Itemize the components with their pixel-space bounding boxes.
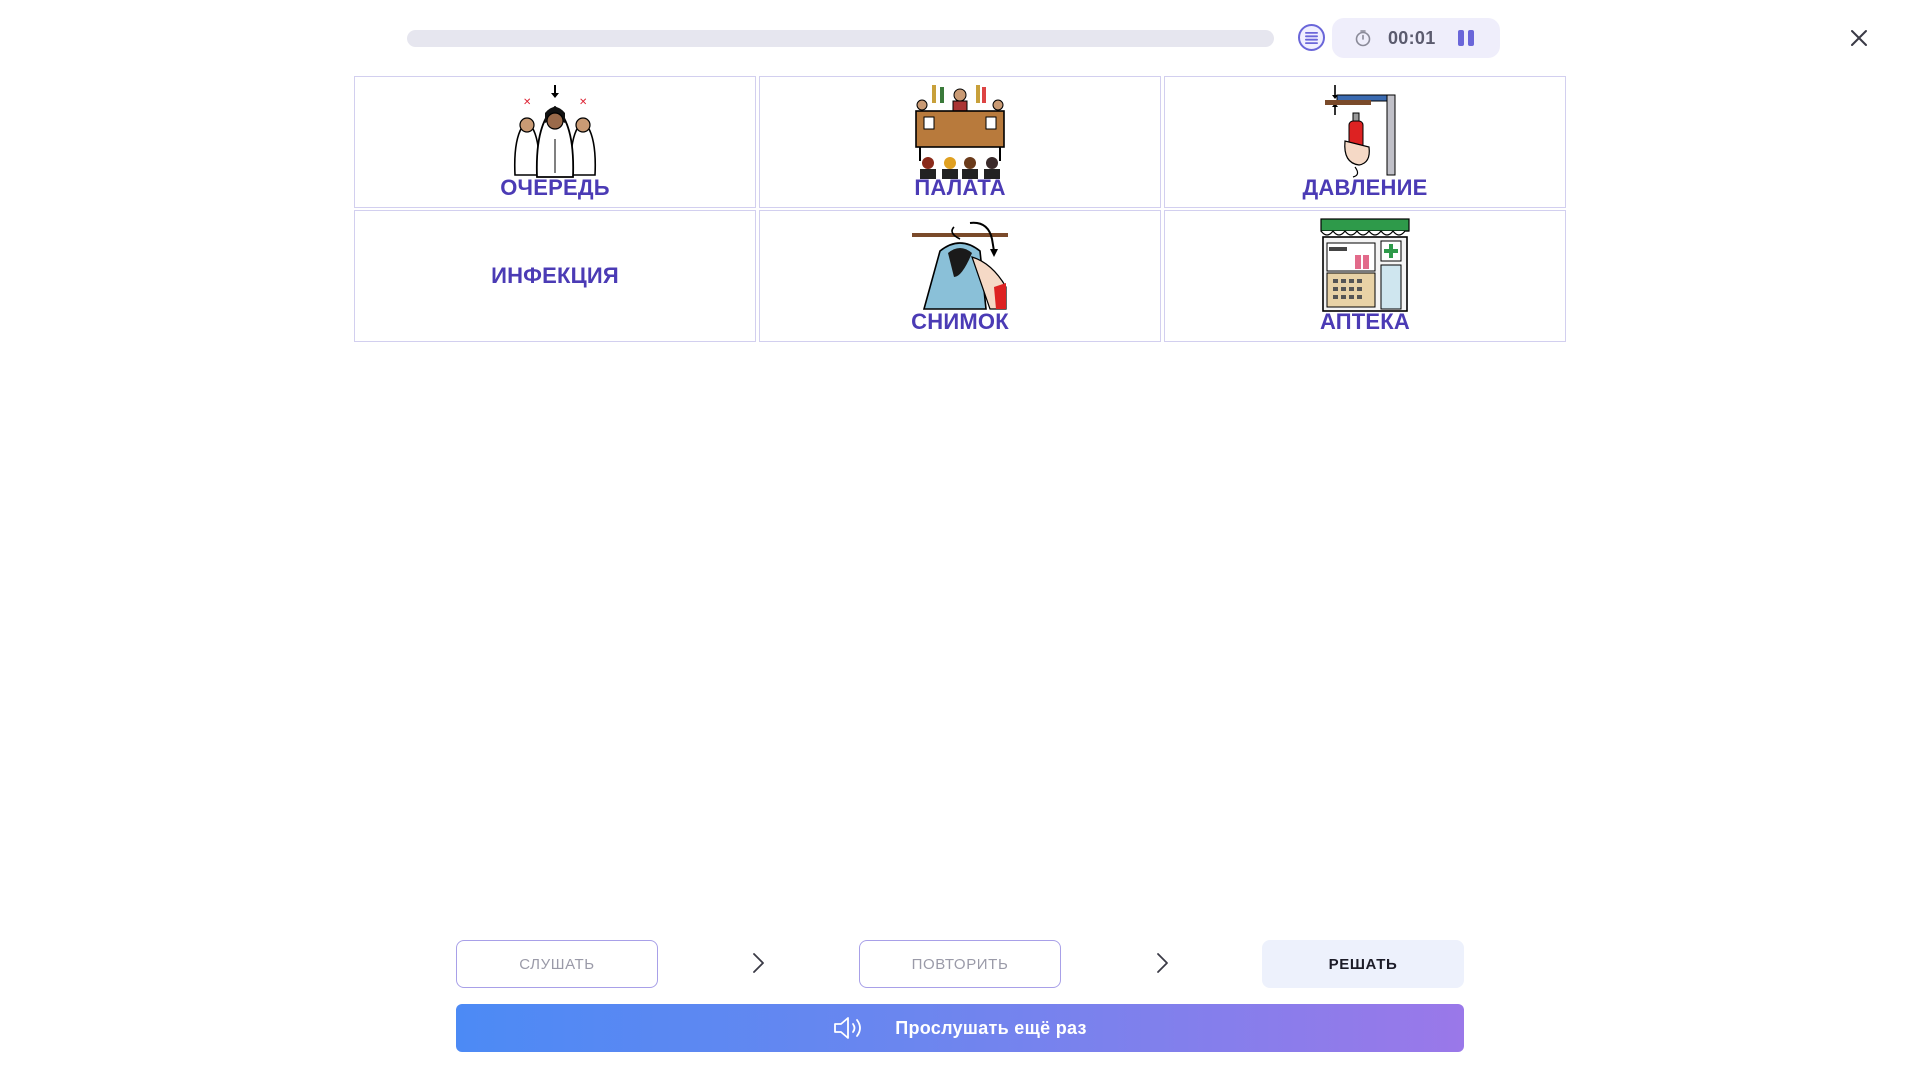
pause-icon [1457,30,1464,46]
clock-icon [1355,30,1371,47]
replay-audio-button[interactable]: Прослушать ещё раз [456,1004,1464,1052]
pause-button[interactable] [1457,30,1474,46]
card-label: АПТЕКА [1319,309,1411,334]
svg-text:✕: ✕ [523,97,531,108]
card-label: ПАЛАТА [914,175,1006,200]
answer-card[interactable]: АПТЕКА [1164,210,1566,342]
replay-label: Прослушать ещё раз [895,1017,1087,1038]
card-label: ОЧЕРЕДЬ [500,175,610,200]
task-list-button[interactable] [1298,24,1325,51]
timer-value: 00:01 [1388,27,1436,48]
card-label: СНИМОК [911,309,1009,334]
listen-step-button[interactable]: СЛУШАТЬ [456,940,658,988]
chevron-right-icon [1157,953,1168,973]
chamber-hall-pictogram [915,85,1005,179]
solve-step-button[interactable]: РЕШАТЬ [1262,940,1464,988]
svg-text:✕: ✕ [579,97,587,108]
timer: 00:01 [1332,18,1500,58]
queue-people-pictogram: ✕ ✕ [513,85,597,178]
answer-card[interactable]: ДАВЛЕНИЕ [1164,76,1566,208]
list-icon [1305,32,1318,44]
taking-off-clothes-pictogram [912,221,1008,310]
answer-card[interactable]: ПАЛАТА [759,76,1161,208]
card-label: ИНФЕКЦИЯ [491,263,619,288]
pressure-clamp-pictogram [1325,85,1396,178]
answer-card[interactable]: ИНФЕКЦИЯ [354,210,756,342]
chevron-right-icon [753,953,764,973]
card-label: ДАВЛЕНИЕ [1302,175,1428,200]
speaker-icon [834,1017,862,1039]
close-icon[interactable] [1845,24,1873,52]
pharmacy-shop-pictogram [1320,218,1410,312]
answer-card[interactable]: СНИМОК [759,210,1161,342]
answer-card[interactable]: ✕ ✕ ОЧЕРЕДЬ [354,76,756,208]
repeat-step-button[interactable]: ПОВТОРИТЬ [859,940,1061,988]
progress-bar [407,30,1274,47]
